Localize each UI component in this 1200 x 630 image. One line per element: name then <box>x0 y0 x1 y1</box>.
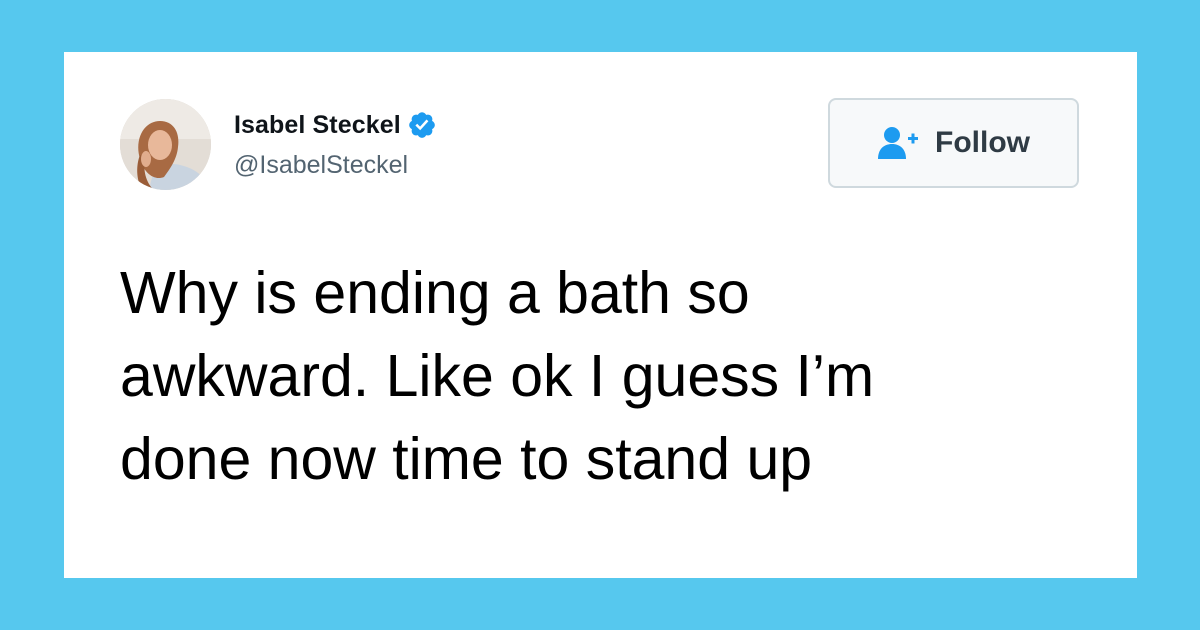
avatar-image <box>120 99 211 190</box>
add-user-icon <box>877 126 923 160</box>
avatar[interactable] <box>120 99 211 190</box>
tweet-text: Why is ending a bath so awkward. Like ok… <box>120 260 875 492</box>
follow-button-label: Follow <box>935 126 1030 159</box>
author-display-name[interactable]: Isabel Steckel <box>234 111 401 140</box>
tweet-card: Isabel Steckel @IsabelSteckel Follow Why… <box>64 52 1137 578</box>
author-handle[interactable]: @IsabelSteckel <box>234 151 408 180</box>
follow-button[interactable]: Follow <box>828 98 1079 188</box>
author-name-row: Isabel Steckel <box>234 107 437 143</box>
verified-badge-icon <box>407 110 437 140</box>
